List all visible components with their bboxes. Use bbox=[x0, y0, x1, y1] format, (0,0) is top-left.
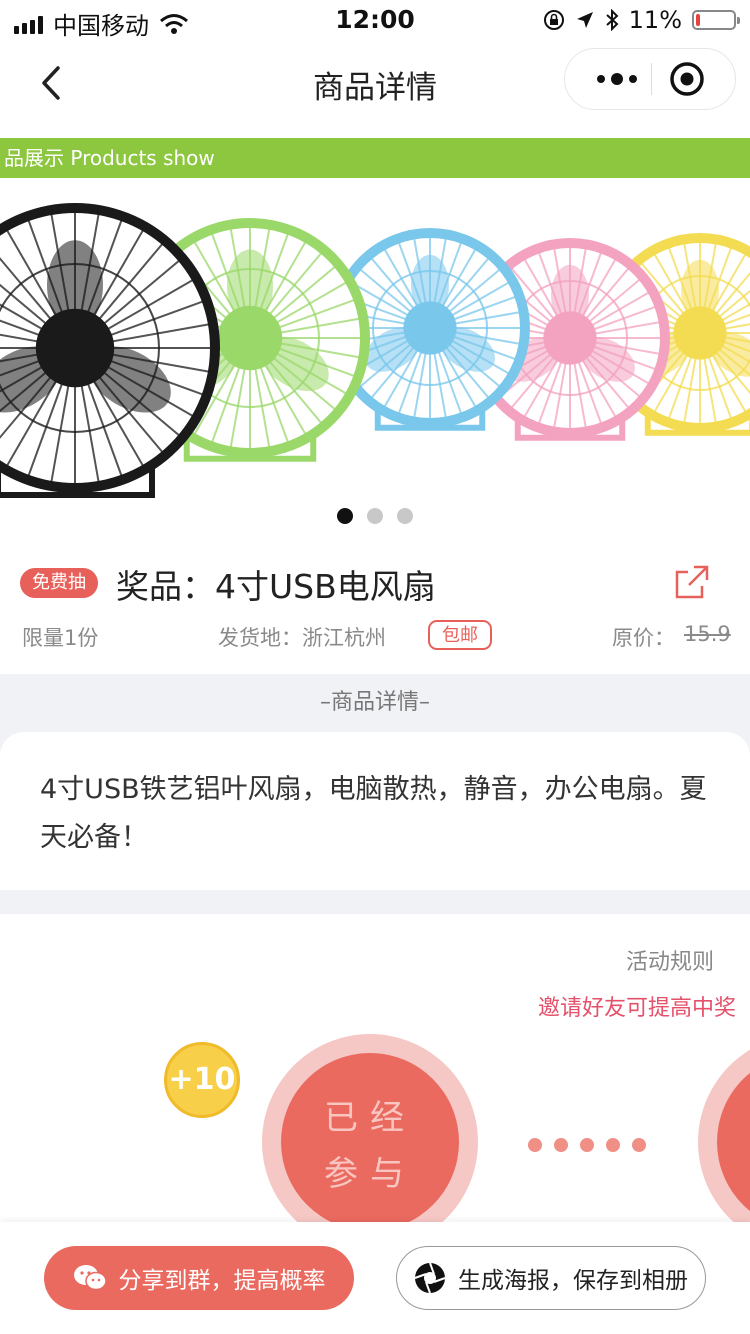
fan-illustration bbox=[0, 203, 220, 498]
poster-button-label: 生成海报，保存到相册 bbox=[458, 1268, 688, 1294]
carousel-dot[interactable] bbox=[367, 508, 383, 524]
generate-poster-button[interactable]: 生成海报，保存到相册 bbox=[396, 1246, 706, 1310]
carousel-dot[interactable] bbox=[397, 508, 413, 524]
joined-label-line2: 参与 bbox=[324, 1154, 416, 1194]
battery-fill bbox=[696, 14, 700, 26]
bonus-coin-badge: +10 bbox=[164, 1042, 240, 1118]
camera-aperture-icon bbox=[414, 1262, 446, 1294]
joined-button-label: 已经 参与 bbox=[281, 1090, 459, 1202]
status-right: 11% bbox=[543, 6, 740, 34]
miniprogram-capsule bbox=[564, 48, 736, 110]
battery-percent: 11% bbox=[628, 6, 682, 34]
capsule-divider bbox=[651, 63, 652, 95]
nav-bar: 商品详情 bbox=[0, 40, 750, 128]
invite-tip: 邀请好友可提高中奖 bbox=[538, 996, 737, 1021]
progress-dot bbox=[580, 1138, 594, 1152]
location-icon bbox=[576, 12, 593, 28]
progress-dot bbox=[632, 1138, 646, 1152]
fan-hub bbox=[217, 305, 283, 371]
banner-strip: 品展示 Products show bbox=[0, 138, 750, 178]
more-menu-button[interactable] bbox=[587, 49, 647, 109]
progress-dot bbox=[528, 1138, 542, 1152]
original-price-label: 原价： bbox=[612, 626, 675, 650]
share-to-group-button[interactable]: 分享到群，提高概率 bbox=[44, 1246, 354, 1310]
product-image-carousel[interactable]: 品展示 Products show bbox=[0, 128, 750, 546]
carousel-dots bbox=[0, 508, 750, 524]
activity-rules-link[interactable]: 活动规则 bbox=[626, 944, 714, 976]
close-miniprogram-icon[interactable] bbox=[669, 61, 705, 97]
share-button-label: 分享到群，提高概率 bbox=[118, 1268, 326, 1294]
progress-dot bbox=[606, 1138, 620, 1152]
prize-title: 奖品：4寸USB电风扇 bbox=[116, 567, 436, 606]
ship-from: 发货地：浙江杭州 bbox=[218, 626, 386, 650]
fan-hub bbox=[35, 308, 115, 388]
status-bar: 中国移动 12:00 11% bbox=[0, 0, 750, 40]
details-section-header: –商品详情– bbox=[319, 690, 430, 715]
progress-dot bbox=[554, 1138, 568, 1152]
bluetooth-icon bbox=[605, 9, 619, 31]
share-icon[interactable] bbox=[674, 564, 710, 600]
progress-dots bbox=[528, 1138, 646, 1152]
battery-icon bbox=[692, 10, 740, 30]
wechat-icon bbox=[73, 1265, 107, 1291]
details-description: 4寸USB铁艺铝叶风扇，电脑散热，静音，办公电扇。夏天必备！ bbox=[40, 774, 707, 853]
details-card: 4寸USB铁艺铝叶风扇，电脑散热，静音，办公电扇。夏天必备！ bbox=[0, 732, 750, 890]
quantity-limit: 限量1份 bbox=[22, 626, 99, 650]
fan-hub bbox=[673, 306, 727, 360]
original-price: 15.9 bbox=[684, 622, 731, 646]
free-shipping-tag: 包邮 bbox=[428, 620, 492, 650]
bottom-action-bar: 分享到群，提高概率 生成海报，保存到相册 bbox=[0, 1222, 750, 1334]
orientation-lock-icon bbox=[543, 10, 564, 30]
free-draw-badge: 免费抽 bbox=[20, 568, 98, 598]
product-image bbox=[0, 203, 750, 498]
joined-label-line1: 已经 bbox=[324, 1098, 416, 1138]
carousel-dot[interactable] bbox=[337, 508, 353, 524]
fan-hub bbox=[543, 311, 597, 365]
fan-hub bbox=[403, 301, 457, 355]
product-info: 免费抽 奖品：4寸USB电风扇 限量1份 发货地：浙江杭州 包邮 原价： 15.… bbox=[0, 546, 750, 674]
